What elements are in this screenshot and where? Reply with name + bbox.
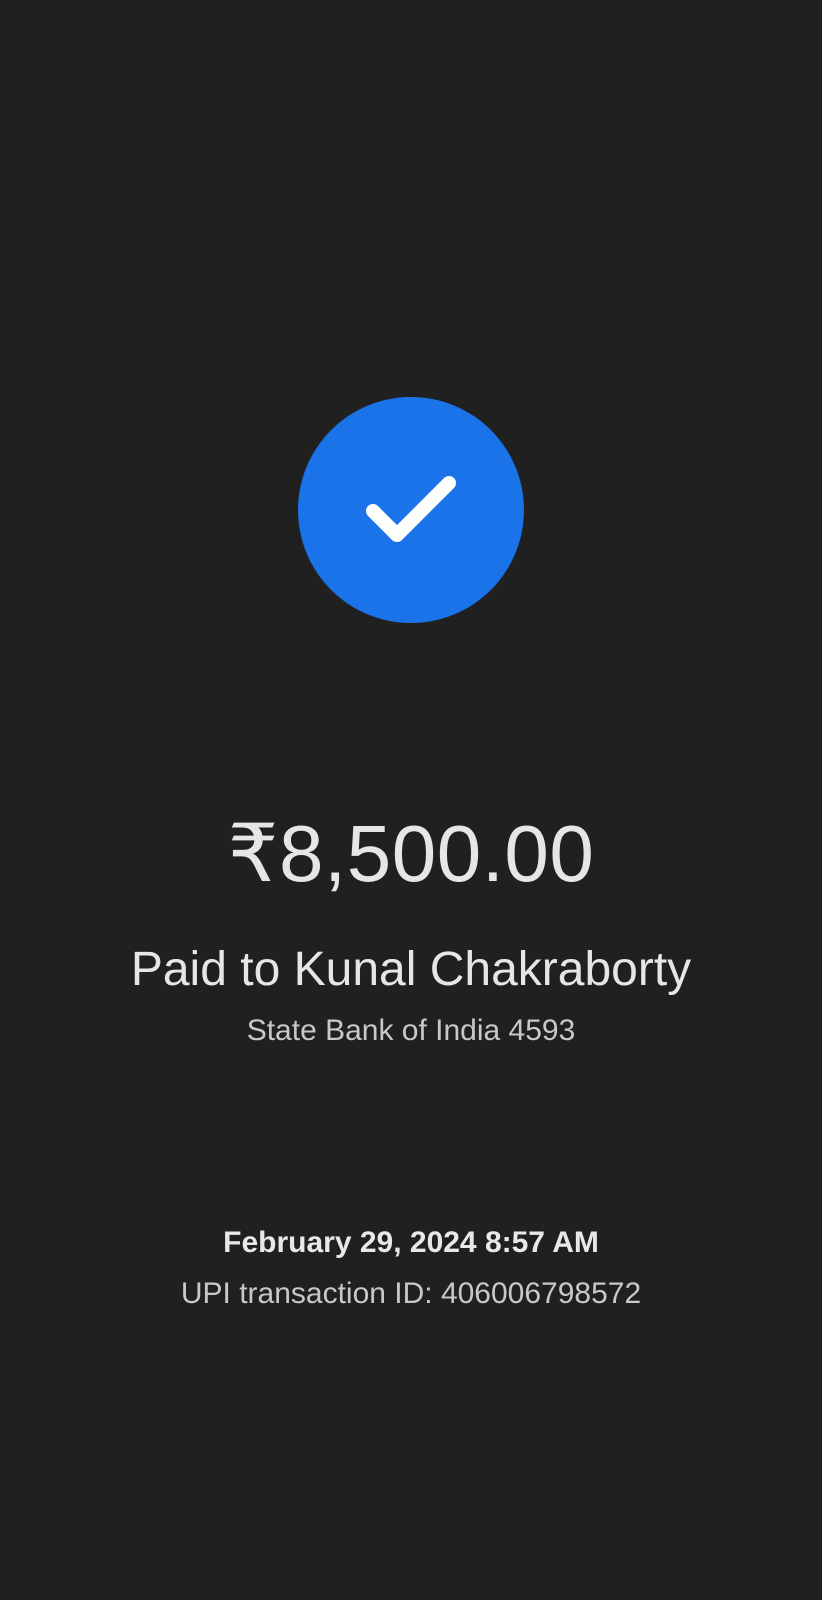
bank-account: State Bank of India 4593 bbox=[246, 1014, 576, 1047]
payment-success-screen: ₹8,500.00 Paid to Kunal Chakraborty Stat… bbox=[0, 0, 822, 1600]
payee-name: Paid to Kunal Chakraborty bbox=[130, 943, 692, 996]
payment-amount: ₹8,500.00 bbox=[227, 809, 595, 898]
checkmark-icon bbox=[366, 476, 456, 542]
success-badge bbox=[298, 397, 524, 623]
transaction-datetime: February 29, 2024 8:57 AM bbox=[223, 1226, 599, 1259]
transaction-id[interactable]: UPI transaction ID: 406006798572 bbox=[0, 1275, 822, 1313]
